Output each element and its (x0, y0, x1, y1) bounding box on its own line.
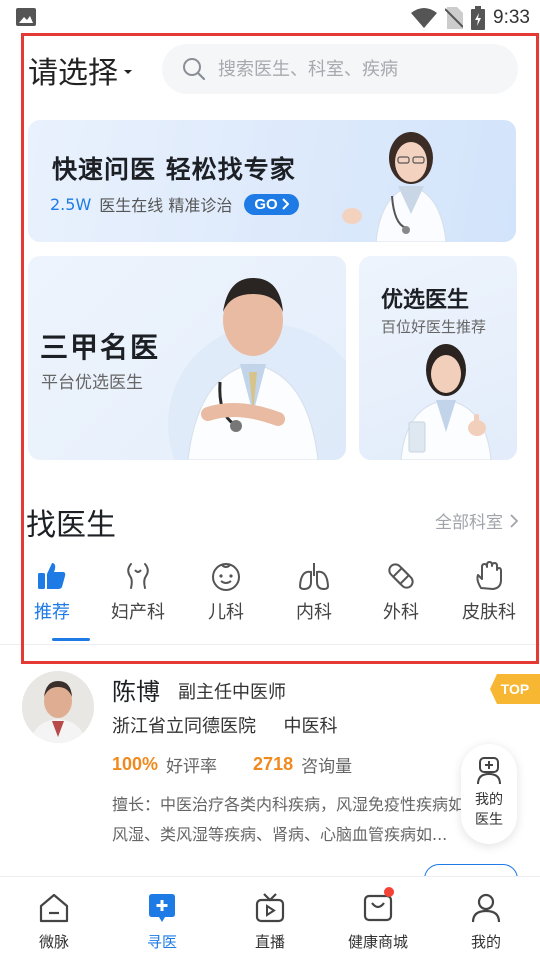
banner-title: 快速问医 轻松找专家 (52, 155, 296, 184)
rating-label: 好评率 (166, 757, 218, 777)
chevron-right-icon (510, 513, 518, 528)
top-hospital-doctors-card[interactable]: 三甲名医 平台优选医生 (28, 256, 346, 460)
no-sim-icon (445, 7, 464, 29)
consult-count: 2718 (253, 754, 294, 774)
nav-item-live[interactable]: 直播 (230, 891, 310, 952)
doctor-stats: 100% 好评率 2718 咨询量 (112, 752, 352, 777)
lungs-icon (298, 563, 330, 591)
card-title: 三甲名医 (40, 331, 161, 364)
doctor-plus-icon (477, 757, 501, 785)
image-notification-icon (16, 8, 36, 26)
nav-label: 我的 (470, 933, 501, 951)
status-time: 9:33 (493, 7, 530, 28)
tab-internal-medicine[interactable]: 内科 (274, 558, 354, 624)
female-doctor-thumbsup-illustration (400, 344, 492, 460)
nav-item-me[interactable]: 我的 (446, 891, 526, 952)
nav-label: 健康商城 (347, 933, 408, 951)
search-icon (183, 58, 206, 81)
bottom-nav: 微脉 寻医 直播 健康商城 我的 (0, 876, 540, 960)
header: 请选择 (28, 44, 518, 94)
doctor-photo (22, 671, 94, 743)
nav-item-home[interactable]: 微脉 (14, 891, 94, 952)
all-departments-link[interactable]: 全部科室 (435, 508, 518, 533)
status-bar: 9:33 (0, 0, 540, 36)
search-input[interactable] (218, 58, 498, 80)
medical-chat-icon (149, 894, 175, 922)
notification-dot (384, 887, 394, 897)
active-tab-indicator (52, 638, 90, 641)
divider (0, 644, 540, 645)
department-name: 中医科 (283, 716, 338, 737)
tab-label: 皮肤科 (462, 602, 516, 623)
home-icon (39, 893, 69, 923)
search-bar[interactable] (162, 44, 518, 94)
go-label: GO (254, 195, 278, 213)
tab-obstetrics[interactable]: 妇产科 (98, 558, 178, 624)
bandage-icon (388, 563, 414, 589)
battery-charging-icon (471, 6, 486, 30)
hand-icon (476, 561, 502, 590)
tab-dermatology[interactable]: 皮肤科 (449, 558, 529, 624)
doctor-hospital-row: 浙江省立同德医院 中医科 (112, 712, 337, 738)
tab-label: 推荐 (34, 602, 70, 623)
user-icon (471, 893, 501, 923)
tab-label: 妇产科 (111, 602, 165, 623)
nav-item-health-mall[interactable]: 健康商城 (338, 887, 418, 952)
online-count: 2.5W (50, 194, 92, 214)
department-tabs: 推荐 妇产科 儿科 内科 外科 皮肤科 (20, 558, 530, 642)
consult-label: 咨询量 (301, 757, 353, 777)
chevron-right-icon (281, 198, 289, 210)
tab-label: 外科 (383, 602, 419, 623)
hospital-name: 浙江省立同德医院 (112, 716, 256, 737)
location-selector[interactable]: 请选择 (28, 48, 132, 92)
banner-subtitle: 医生在线 精准诊治 (99, 196, 233, 215)
go-button[interactable]: GO (244, 193, 299, 215)
male-doctor-illustration (168, 278, 346, 460)
find-doctor-title: 找医生 (26, 508, 116, 543)
tab-recommended[interactable]: 推荐 (12, 558, 92, 624)
card-subtitle: 平台优选医生 (41, 373, 143, 393)
baby-face-icon (212, 563, 240, 591)
my-doctor-float-button[interactable]: 我的医生 (461, 744, 517, 844)
tab-pediatrics[interactable]: 儿科 (186, 558, 266, 624)
thumbs-up-icon (38, 563, 66, 589)
nav-label: 寻医 (146, 933, 177, 951)
featured-doctors-card[interactable]: 优选医生 百位好医生推荐 (359, 256, 517, 460)
nav-label: 微脉 (38, 933, 69, 951)
rating-value: 100% (112, 754, 159, 774)
all-departments-label: 全部科室 (435, 513, 503, 533)
doctor-title: 副主任中医师 (178, 682, 286, 703)
tv-play-icon (255, 893, 285, 923)
banner-subtitle-row: 2.5W 医生在线 精准诊治 GO (50, 192, 299, 216)
tab-label: 内科 (296, 602, 332, 623)
card-subtitle: 百位好医生推荐 (381, 318, 487, 336)
female-doctor-illustration (342, 132, 447, 242)
float-button-label: 我的医生 (475, 792, 503, 828)
top-badge: TOP (490, 674, 540, 704)
doctor-name[interactable]: 陈博 (112, 672, 160, 707)
uterus-icon (127, 563, 149, 589)
nav-item-find-doctor[interactable]: 寻医 (122, 891, 202, 952)
location-label: 请选择 (28, 56, 118, 91)
doctor-expertise: 擅长：中医治疗各类内科疾病，风湿免疫性疾病如类风湿、类风湿等疾病、肾病、心脑血管… (112, 795, 481, 844)
doctor-avatar[interactable] (22, 671, 94, 743)
tab-surgery[interactable]: 外科 (361, 558, 441, 624)
promo-banner[interactable]: 快速问医 轻松找专家 2.5W 医生在线 精准诊治 GO (28, 120, 516, 242)
caret-down-icon (124, 70, 132, 74)
tab-label: 儿科 (208, 602, 244, 623)
nav-label: 直播 (254, 933, 285, 951)
card-title: 优选医生 (381, 288, 470, 313)
wifi-icon (411, 8, 438, 28)
